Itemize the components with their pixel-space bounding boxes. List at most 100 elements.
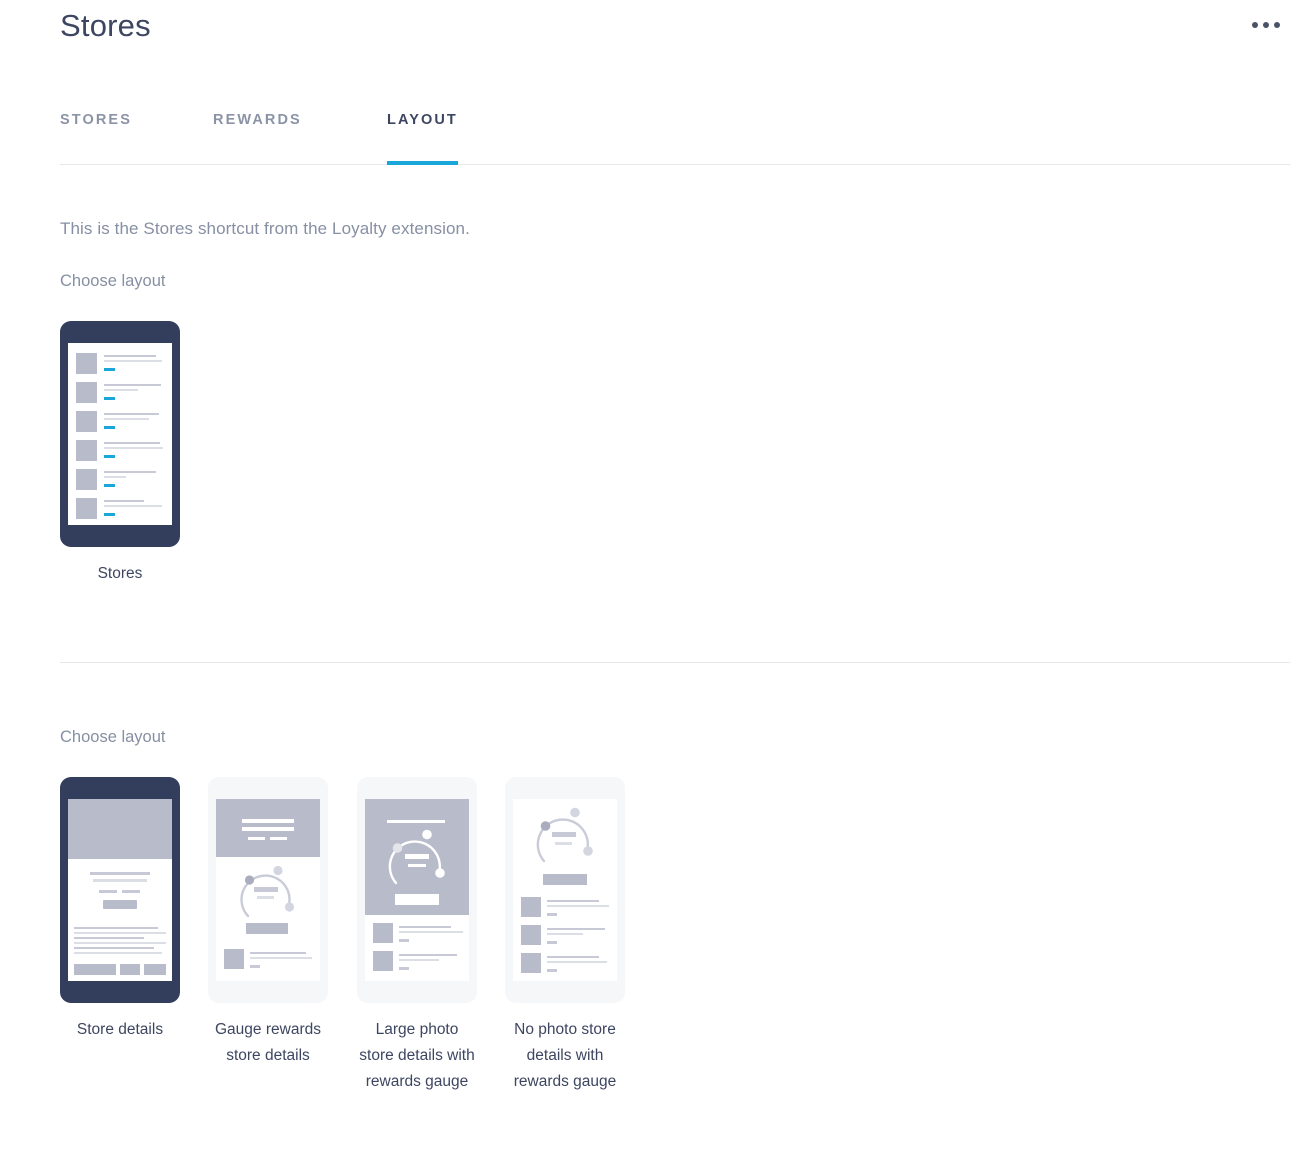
title-line: [90, 872, 150, 875]
list-item: [76, 496, 164, 525]
list-item: [76, 351, 164, 380]
gauge-caption-line: [408, 864, 426, 867]
page-header: Stores: [0, 0, 1314, 62]
layout-option-store-details[interactable]: Store details: [60, 777, 180, 1043]
text-line: [104, 471, 156, 473]
text-line: [104, 418, 149, 420]
paragraph-line: [74, 937, 144, 939]
rewards-gauge-icon: [388, 829, 445, 885]
thumbnail-placeholder: [521, 953, 541, 973]
text-line: [547, 961, 607, 963]
paragraph-line: [74, 932, 166, 934]
accent-line: [104, 397, 115, 400]
title-line: [242, 819, 294, 823]
dot-3: [1274, 22, 1280, 28]
gauge-value-line: [254, 887, 278, 892]
accent-line: [104, 426, 115, 429]
paragraph-line: [74, 942, 166, 944]
list-item: [224, 949, 314, 971]
phone-preview-gauge-rewards[interactable]: [208, 777, 328, 1003]
list-item: [521, 953, 611, 975]
phone-preview-stores[interactable]: [60, 321, 180, 547]
text-line: [547, 928, 605, 930]
dot-2: [1263, 22, 1269, 28]
layout-option-label: Store details: [76, 1021, 164, 1038]
text-line: [547, 905, 609, 907]
overflow-dots-icon[interactable]: [1246, 14, 1286, 36]
meta-line: [99, 890, 117, 893]
phone-preview-no-photo-gauge[interactable]: [505, 777, 625, 1003]
dot-1: [1252, 22, 1258, 28]
rewards-gauge-icon: [240, 865, 295, 918]
layout-option-large-photo-store-details[interactable]: Large photo store details with rewards g…: [357, 777, 477, 1095]
list-item: [521, 897, 611, 919]
tab-layout[interactable]: LAYOUT: [387, 112, 458, 165]
tab-rewards[interactable]: REWARDS: [213, 112, 302, 164]
gauge-caption-line: [257, 896, 274, 899]
meta-line: [270, 837, 287, 840]
meta-line: [399, 939, 409, 942]
phone-screen: [365, 799, 469, 981]
thumbnail-placeholder: [76, 382, 97, 403]
footer-button: [144, 964, 166, 975]
meta-line: [547, 941, 557, 944]
text-line: [104, 447, 163, 449]
text-line: [250, 952, 306, 954]
footer-button: [120, 964, 140, 975]
text-line: [104, 476, 126, 478]
layout-option-label: Gauge rewards store details: [215, 1021, 321, 1064]
text-line: [399, 959, 439, 961]
layout-option-stores[interactable]: Stores: [60, 321, 180, 587]
meta-line: [399, 967, 409, 970]
text-line: [104, 413, 159, 415]
layout-option-label: Stores: [97, 565, 143, 582]
gauge-value-line: [552, 832, 576, 837]
accent-line: [104, 513, 115, 516]
thumbnail-placeholder: [521, 925, 541, 945]
list-item: [373, 923, 463, 945]
text-line: [104, 384, 161, 386]
thumbnail-placeholder: [76, 498, 97, 519]
gauge-caption-line: [555, 842, 572, 845]
text-line: [104, 389, 138, 391]
layout-option-gauge-rewards-store-details[interactable]: Gauge rewards store details: [208, 777, 328, 1069]
section-divider: [60, 662, 1290, 663]
button-placeholder: [395, 894, 439, 905]
text-line: [399, 954, 457, 956]
page-title: Stores: [60, 8, 151, 43]
layout-option-label: No photo store details with rewards gaug…: [513, 1021, 617, 1090]
phone-screen: [216, 799, 320, 981]
phone-screen: [68, 799, 172, 981]
tab-stores[interactable]: STORES: [60, 112, 132, 164]
paragraph-line: [74, 927, 158, 929]
phone-screen: [68, 343, 172, 525]
rewards-gauge-icon: [536, 807, 593, 863]
list-item: [373, 951, 463, 973]
button-placeholder: [103, 900, 137, 909]
text-line: [104, 500, 144, 502]
meta-line: [250, 965, 260, 968]
thumbnail-placeholder: [76, 469, 97, 490]
phone-preview-large-photo-gauge[interactable]: [357, 777, 477, 1003]
text-line: [399, 931, 463, 933]
accent-line: [104, 368, 115, 371]
layout-option-no-photo-store-details[interactable]: No photo store details with rewards gaug…: [505, 777, 625, 1095]
thumbnail-placeholder: [521, 897, 541, 917]
phone-screen: [513, 799, 617, 981]
footer-button: [74, 964, 116, 975]
list-item: [76, 409, 164, 438]
list-item: [76, 380, 164, 409]
list-item: [76, 467, 164, 496]
text-line: [547, 956, 599, 958]
phone-preview-store-details[interactable]: [60, 777, 180, 1003]
text-line: [104, 505, 162, 507]
tab-bar: STORES REWARDS LAYOUT: [60, 112, 1290, 165]
text-line: [547, 900, 599, 902]
accent-line: [104, 484, 115, 487]
meta-line: [122, 890, 140, 893]
layout-settings-page: Stores STORES REWARDS LAYOUT This is the…: [0, 0, 1314, 1162]
button-placeholder: [246, 923, 288, 934]
thumbnail-placeholder: [76, 411, 97, 432]
meta-line: [248, 837, 265, 840]
subtitle-line: [242, 827, 294, 831]
